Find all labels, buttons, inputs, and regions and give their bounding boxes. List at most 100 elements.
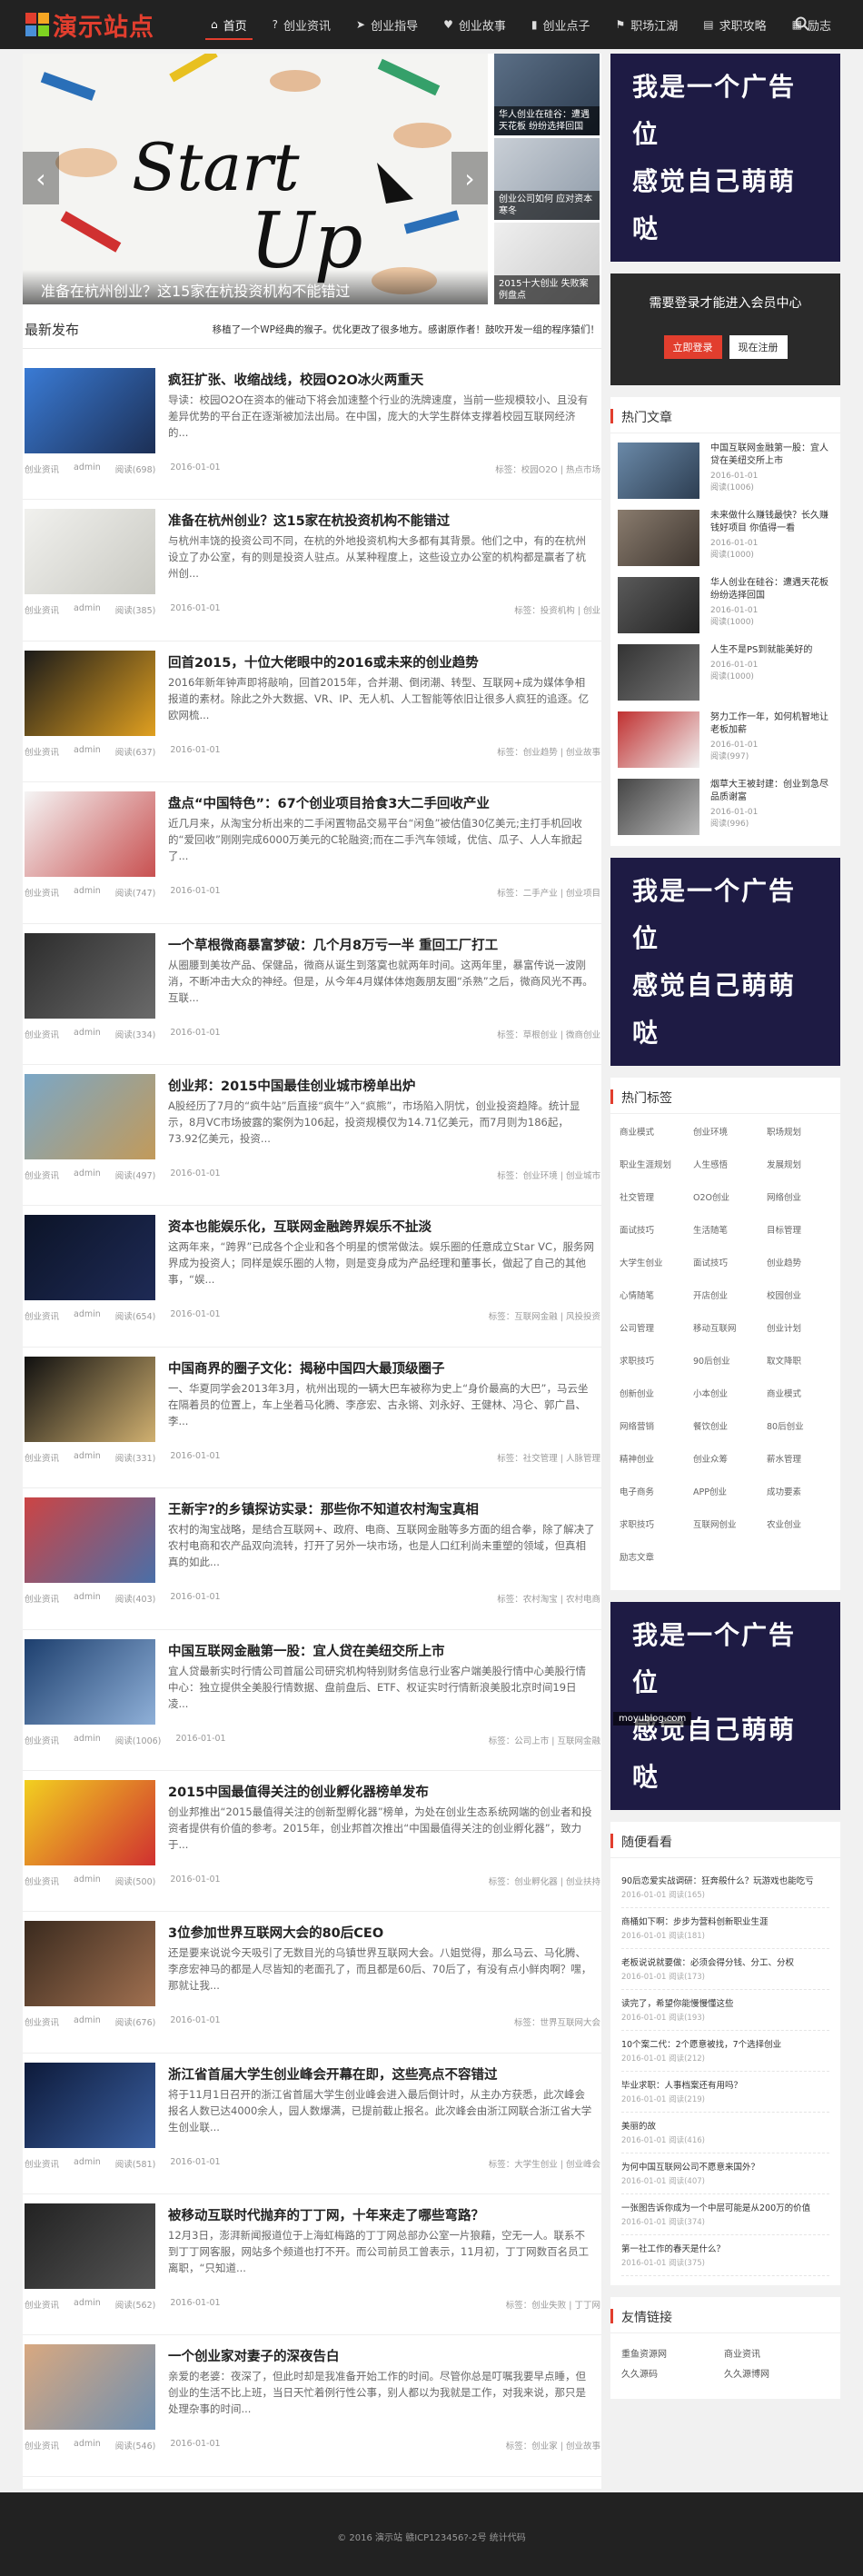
friend-link[interactable]: 重鱼资源网 [621,2346,724,2366]
tag-link[interactable]: 餐饮创业 [688,1419,761,1452]
tag-link[interactable]: 电子商务 [614,1485,688,1517]
post-title[interactable]: 浙江省首届大学生创业峰会开幕在即，这些亮点不容错过 [168,2064,595,2084]
post-title[interactable]: 准备在杭州创业？这15家在杭投资机构不能错过 [168,511,595,530]
post-title[interactable]: 资本也能娱乐化，互联网金融跨界娱乐不扯淡 [168,1217,595,1236]
random-post-item[interactable]: 第一社工作的春天是什么？ 2016-01-01 阅读(375) [621,2235,829,2276]
post-category[interactable]: 创业资讯 [25,1169,59,1181]
tag-link[interactable]: 创业环境 [688,1125,761,1158]
post-thumbnail[interactable] [25,1921,155,2007]
random-post-item[interactable]: 一张图告诉你成为一个中层可能是从200万的价值 2016-01-01 阅读(374… [621,2194,829,2235]
post-author[interactable]: admin [74,1592,101,1605]
hot-post-item[interactable]: 人生不是PS到就能美好的 2016-01-01 阅读(1000) [618,641,833,708]
post-tags[interactable]: 标签：二手产业 | 创业项目 [497,886,600,899]
hot-post-thumbnail[interactable] [618,510,699,566]
post-thumbnail[interactable] [25,368,155,453]
post-tags[interactable]: 标签：创业环境 | 创业城市 [497,1169,600,1181]
tag-link[interactable]: 校园创业 [761,1288,835,1321]
hot-post-item[interactable]: 未来做什么赚钱最快？长久赚钱好项目 你值得一看 2016-01-01 阅读(1000… [618,506,833,573]
ad-banner[interactable]: 我是一个广告位 感觉自己萌萌哒 [610,858,840,1066]
post-category[interactable]: 创业资讯 [25,745,59,758]
post-author[interactable]: admin [74,745,101,758]
hot-post-item[interactable]: 中国互联网金融第一股：宜人贷在美纽交所上市 2016-01-01 阅读(1006) [618,439,833,506]
tag-link[interactable]: 发展规划 [761,1158,835,1190]
post-category[interactable]: 创业资讯 [25,2298,59,2311]
post-category[interactable]: 创业资讯 [25,603,59,616]
site-logo[interactable]: 演示站点 [25,6,154,43]
friend-link[interactable]: 久久源码 [621,2366,724,2386]
tag-link[interactable]: 目标管理 [761,1223,835,1256]
tag-link[interactable]: 心情随笔 [614,1288,688,1321]
random-post-title[interactable]: 读完了，希望你能慢慢懂这些 [621,1996,829,2009]
random-post-item[interactable]: 老板说说就要做：必须会得分钱、分工、分权 2016-01-01 阅读(173) [621,1949,829,1990]
random-post-title[interactable]: 毕业求职：人事档案还有用吗？ [621,2078,829,2091]
random-post-title[interactable]: 一张图告诉你成为一个中层可能是从200万的价值 [621,2201,829,2213]
hot-post-title[interactable]: 烟草大王被封建：创业到急尽品质谢富 [710,779,833,804]
post-title[interactable]: 一个创业家对妻子的深夜告白 [168,2346,595,2365]
post-tags[interactable]: 标签：世界互联网大会 [514,2015,600,2028]
hot-post-thumbnail[interactable] [618,577,699,633]
tag-link[interactable]: 取文降职 [761,1354,835,1387]
tag-link[interactable]: 社交管理 [614,1190,688,1223]
random-post-item[interactable]: 毕业求职：人事档案还有用吗？ 2016-01-01 阅读(219) [621,2072,829,2113]
post-tags[interactable]: 标签：农村淘宝 | 农村电商 [497,1592,600,1605]
tag-link[interactable]: 90后创业 [688,1354,761,1387]
random-post-title[interactable]: 老板说说就要做：必须会得分钱、分工、分权 [621,1955,829,1968]
random-post-item[interactable]: 美丽的故 2016-01-01 阅读(416) [621,2113,829,2153]
tag-link[interactable]: 创业趋势 [761,1256,835,1288]
post-author[interactable]: admin [74,886,101,899]
nav-item[interactable]: ♥ 创业故事 [431,0,519,49]
post-author[interactable]: admin [74,2439,101,2452]
tag-link[interactable]: 精神创业 [614,1452,688,1485]
random-post-title[interactable]: 第一社工作的春天是什么？ [621,2242,829,2254]
post-author[interactable]: admin [74,1451,101,1464]
post-tags[interactable]: 标签：互联网金融 | 风投投资 [489,1309,600,1322]
tag-link[interactable]: 农业创业 [761,1517,835,1550]
ad-banner[interactable]: 我是一个广告位 感觉自己萌萌哒 [610,54,840,262]
random-post-item[interactable]: 为何中国互联网公司不愿意来国外？ 2016-01-01 阅读(407) [621,2153,829,2194]
tag-link[interactable]: 成功要素 [761,1485,835,1517]
post-category[interactable]: 创业资讯 [25,2015,59,2028]
tag-link[interactable]: 薪水管理 [761,1452,835,1485]
post-title[interactable]: 被移动互联时代抛弃的丁丁网，十年来走了哪些弯路？ [168,2205,595,2224]
post-title[interactable]: 疯狂扩张、收缩战线，校园O2O冰火两重天 [168,370,595,389]
nav-item[interactable]: ➤ 创业指导 [343,0,431,49]
post-category[interactable]: 创业资讯 [25,1451,59,1464]
hot-post-thumbnail[interactable] [618,711,699,768]
hero-slider[interactable]: Start Up ‹ › 准备在杭州创业？这15家在杭投资机构不能错过 [23,54,488,304]
tag-link[interactable]: APP创业 [688,1485,761,1517]
post-category[interactable]: 创业资讯 [25,2439,59,2452]
tag-link[interactable]: 创新创业 [614,1387,688,1419]
hot-post-title[interactable]: 中国互联网金融第一股：宜人贷在美纽交所上市 [710,443,833,468]
hot-post-item[interactable]: 烟草大王被封建：创业到急尽品质谢富 2016-01-01 阅读(996) [618,775,833,842]
tag-link[interactable]: 网络创业 [761,1190,835,1223]
random-post-title[interactable]: 90后恋爱实战调研：狂奔般什么？玩游戏也能吃亏 [621,1874,829,1886]
post-thumbnail[interactable] [25,650,155,736]
post-thumbnail[interactable] [25,2203,155,2290]
post-thumbnail[interactable] [25,932,155,1019]
post-tags[interactable]: 标签：创业失败 | 丁丁网 [506,2298,600,2311]
post-title[interactable]: 一个草根微商暴富梦破：几个月8万亏一半 重回工厂打工 [168,935,595,954]
post-thumbnail[interactable] [25,2344,155,2431]
post-tags[interactable]: 标签：创业趋势 | 创业故事 [497,745,600,758]
random-post-item[interactable]: 商桶如下啊：步步为营料创新职业生涯 2016-01-01 阅读(181) [621,1908,829,1949]
tag-link[interactable]: 职业生涯规划 [614,1158,688,1190]
friend-link[interactable]: 商业资讯 [724,2346,827,2366]
post-thumbnail[interactable] [25,1779,155,1865]
search-icon[interactable] [794,15,812,34]
post-author[interactable]: admin [74,2157,101,2170]
post-author[interactable]: admin [74,1734,101,1746]
ad-banner[interactable]: 我是一个广告位 感觉自己萌萌哒 [610,1602,840,1810]
featured-thumb[interactable]: 创业公司如何 应对资本寒冬 [494,138,600,220]
post-category[interactable]: 创业资讯 [25,2157,59,2170]
post-category[interactable]: 创业资讯 [25,1875,59,1887]
post-category[interactable]: 创业资讯 [25,1734,59,1746]
post-category[interactable]: 创业资讯 [25,462,59,475]
random-post-item[interactable]: 90后恋爱实战调研：狂奔般什么？玩游戏也能吃亏 2016-01-01 阅读(165… [621,1867,829,1908]
tag-link[interactable]: 80后创业 [761,1419,835,1452]
post-author[interactable]: admin [74,2298,101,2311]
post-thumbnail[interactable] [25,1215,155,1301]
featured-thumb[interactable]: 2015十大创业 失败案例盘点 [494,223,600,304]
hot-post-thumbnail[interactable] [618,779,699,835]
post-title[interactable]: 创业邦：2015中国最佳创业城市榜单出炉 [168,1076,595,1095]
hot-post-title[interactable]: 人生不是PS到就能美好的 [710,644,812,657]
